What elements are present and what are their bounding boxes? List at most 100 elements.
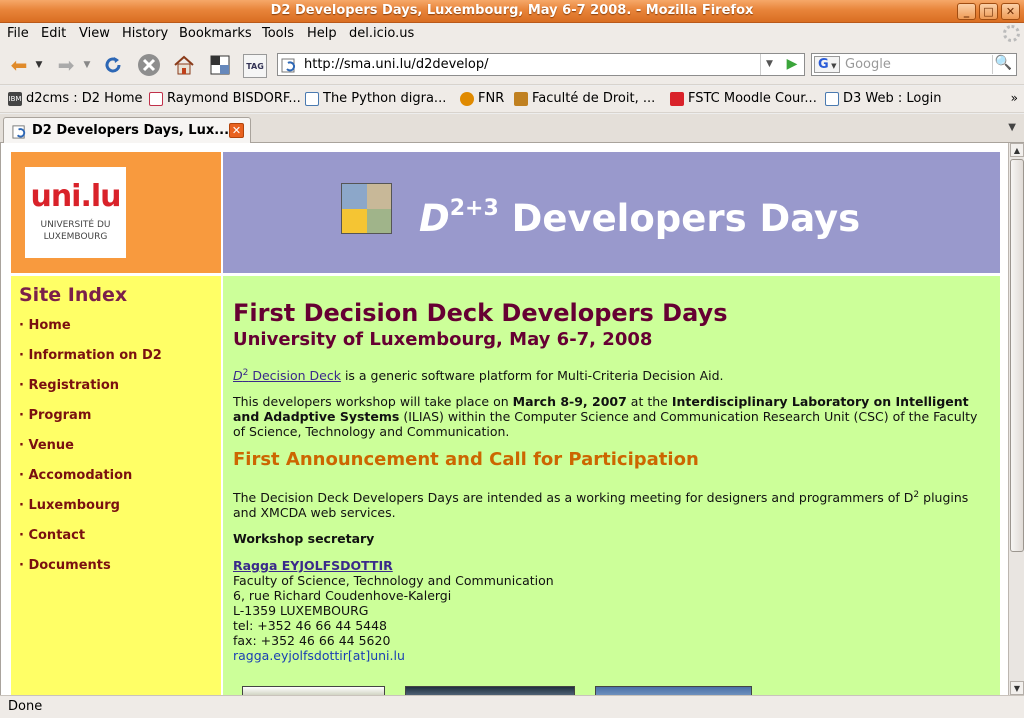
list-all-tabs-icon[interactable]: ▼ xyxy=(1008,122,1016,133)
photo-thumbnail[interactable] xyxy=(242,686,385,695)
bookmark-faculte-de-droit[interactable]: Faculté de Droit, ... xyxy=(514,91,655,106)
status-text: Done xyxy=(8,699,43,714)
scrollbar-thumb[interactable] xyxy=(1010,159,1024,552)
tab-bar: D2 Developers Days, Lux... ✕ ▼ xyxy=(0,114,1024,143)
workshop-paragraph: This developers workshop will take place… xyxy=(233,394,978,439)
tab-favicon-icon xyxy=(12,125,26,139)
tag-icon[interactable]: TAG xyxy=(243,54,267,78)
vertical-scrollbar[interactable]: ▲ ▼ xyxy=(1008,143,1024,695)
menu-history[interactable]: History xyxy=(122,26,168,41)
tab-d2-developers-days[interactable]: D2 Developers Days, Lux... ✕ xyxy=(3,117,251,143)
page-viewport: uni.lu UNIVERSITÉ DU LUXEMBOURG D2+3 Dev… xyxy=(0,143,1008,695)
announcement-heading: First Announcement and Call for Particip… xyxy=(233,449,699,470)
menu-view[interactable]: View xyxy=(79,26,110,41)
address-line: L-1359 LUXEMBOURG xyxy=(233,603,369,618)
more-bookmarks-icon[interactable]: » xyxy=(1011,91,1018,105)
home-icon[interactable] xyxy=(170,51,198,79)
photo-thumbnail[interactable] xyxy=(405,686,575,695)
bookmarks-toolbar: IBM d2cms : D2 Home Raymond BISDORF... Th… xyxy=(0,86,1024,113)
refresh-page-icon xyxy=(825,91,839,106)
tab-close-icon[interactable]: ✕ xyxy=(229,123,244,138)
nav-link-registration[interactable]: · Registration xyxy=(19,378,119,393)
bookmark-d2cms[interactable]: IBM d2cms : D2 Home xyxy=(8,91,143,106)
nav-link-documents[interactable]: · Documents xyxy=(19,558,111,573)
status-bar: Done xyxy=(0,695,1024,718)
menu-tools[interactable]: Tools xyxy=(262,26,294,41)
close-window-button[interactable]: ✕ xyxy=(1001,3,1020,20)
minimize-button[interactable]: _ xyxy=(957,3,976,20)
address-line: Faculty of Science, Technology and Commu… xyxy=(233,573,554,588)
ibm-icon: IBM xyxy=(8,91,22,106)
logo-cell: uni.lu UNIVERSITÉ DU LUXEMBOURG xyxy=(11,152,221,273)
search-engine-selector[interactable]: G ▼ xyxy=(814,56,840,73)
purpose-paragraph: The Decision Deck Developers Days are in… xyxy=(233,490,969,521)
back-arrow-icon[interactable]: ⬅ xyxy=(5,51,33,79)
address-line: 6, rue Richard Coudenhove-Kalergi xyxy=(233,588,452,603)
fax-line: fax: +352 46 66 44 5620 xyxy=(233,633,391,648)
phone-line: tel: +352 46 66 44 5448 xyxy=(233,618,388,633)
nav-link-venue[interactable]: · Venue xyxy=(19,438,74,453)
menu-delicious[interactable]: del.icio.us xyxy=(349,26,414,41)
maximize-button[interactable]: □ xyxy=(979,3,998,20)
page-style-icon[interactable] xyxy=(206,51,234,79)
nav-link-contact[interactable]: · Contact xyxy=(19,528,85,543)
address-bar[interactable]: http://sma.uni.lu/d2develop/ ▼ ▶ xyxy=(277,53,805,76)
page-title: First Decision Deck Developers Days xyxy=(233,299,728,327)
back-history-dropdown-icon[interactable]: ▼ xyxy=(32,51,46,79)
fnr-icon xyxy=(460,91,474,106)
reload-icon[interactable] xyxy=(99,51,127,79)
nav-link-home[interactable]: · Home xyxy=(19,318,71,333)
header-banner: D2+3 Developers Days xyxy=(223,152,1000,273)
university-logo[interactable]: uni.lu UNIVERSITÉ DU LUXEMBOURG xyxy=(25,167,126,258)
logo-line-2: LUXEMBOURG xyxy=(43,232,108,242)
logo-line-1: UNIVERSITÉ DU xyxy=(40,220,111,230)
nav-link-information[interactable]: · Information on D2 xyxy=(19,348,162,363)
page-icon xyxy=(149,91,163,106)
nav-link-luxembourg[interactable]: · Luxembourg xyxy=(19,498,120,513)
menu-bar: File Edit View History Bookmarks Tools H… xyxy=(0,23,1024,45)
bookmark-d3-web-login[interactable]: D3 Web : Login xyxy=(825,91,941,106)
nav-link-program[interactable]: · Program xyxy=(19,408,91,423)
bookmark-raymond-bisdorf[interactable]: Raymond BISDORF... xyxy=(149,91,301,106)
url-text[interactable]: http://sma.uni.lu/d2develop/ xyxy=(304,57,488,72)
email-link[interactable]: ragga.eyjolfsdottir[at]uni.lu xyxy=(233,648,993,663)
forward-history-dropdown-icon[interactable]: ▼ xyxy=(80,51,94,79)
bookmark-fnr[interactable]: FNR xyxy=(460,91,504,106)
window-titlebar: D2 Developers Days, Luxembourg, May 6-7 … xyxy=(0,0,1024,23)
tab-label: D2 Developers Days, Lux... xyxy=(32,123,230,138)
secretary-heading: Workshop secretary xyxy=(233,531,375,546)
nav-link-accomodation[interactable]: · Accomodation xyxy=(19,468,132,483)
search-bar[interactable]: G ▼ Google 🔍 xyxy=(811,53,1017,76)
logo-text: uni.lu xyxy=(30,179,121,214)
url-history-dropdown-icon[interactable]: ▼ xyxy=(760,54,778,75)
page-subtitle: University of Luxembourg, May 6-7, 2008 xyxy=(233,329,653,350)
faculty-icon xyxy=(514,91,528,106)
site-index-title: Site Index xyxy=(19,284,128,306)
bookmark-fstc-moodle[interactable]: FSTC Moodle Cour... xyxy=(670,91,817,106)
throbber-icon xyxy=(1003,25,1020,42)
secretary-name-link[interactable]: Ragga EYJOLFSDOTTIR xyxy=(233,558,993,573)
window-title: D2 Developers Days, Luxembourg, May 6-7 … xyxy=(270,3,754,18)
go-icon[interactable]: ▶ xyxy=(782,56,802,73)
menu-help[interactable]: Help xyxy=(307,26,337,41)
site-index-sidebar: Site Index · Home · Information on D2 · … xyxy=(11,276,221,695)
search-magnifier-icon[interactable]: 🔍 xyxy=(992,55,1014,74)
menu-bookmarks[interactable]: Bookmarks xyxy=(179,26,252,41)
main-content: First Decision Deck Developers Days Univ… xyxy=(223,276,1000,695)
stop-icon[interactable] xyxy=(135,51,163,79)
scroll-up-arrow-icon[interactable]: ▲ xyxy=(1010,143,1024,157)
unilu-icon xyxy=(670,91,684,106)
page-favicon-icon xyxy=(281,58,296,73)
search-input[interactable]: Google xyxy=(845,57,891,72)
menu-file[interactable]: File xyxy=(7,26,29,41)
decision-deck-link[interactable]: D2 Decision Deck xyxy=(233,368,341,383)
bookmark-python-digraph[interactable]: The Python digra... xyxy=(305,91,446,106)
decision-deck-logo-icon xyxy=(341,183,392,234)
scroll-down-arrow-icon[interactable]: ▼ xyxy=(1010,681,1024,695)
google-icon: G xyxy=(818,57,829,72)
menu-edit[interactable]: Edit xyxy=(41,26,66,41)
forward-arrow-icon[interactable]: ➡ xyxy=(52,51,80,79)
photo-thumbnail[interactable] xyxy=(595,686,752,695)
banner-title: D2+3 Developers Days xyxy=(419,196,861,240)
refresh-page-icon xyxy=(305,91,319,106)
